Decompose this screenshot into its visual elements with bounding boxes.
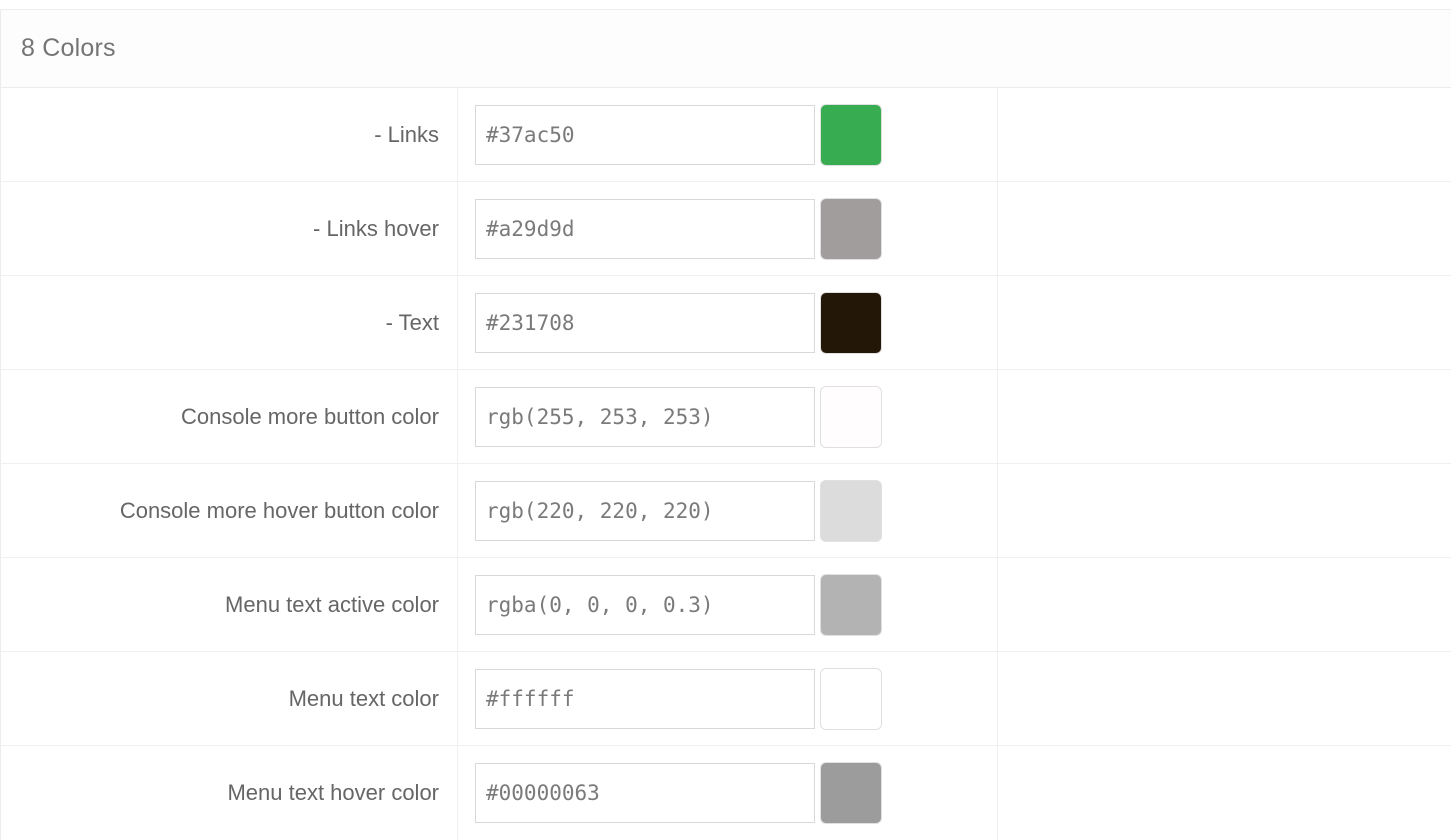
color-value-input[interactable] [475,763,815,823]
colors-panel: 8 Colors - Links - Links hover - Text [0,9,1451,840]
row-label: Console more button color [0,370,458,463]
empty-cell [998,746,1451,840]
color-swatch-button[interactable] [820,197,882,260]
color-swatch-button[interactable] [820,667,882,730]
color-row-console-more-button: Console more button color [0,370,1451,464]
color-row-links-hover: - Links hover [0,182,1451,276]
color-row-text: - Text [0,276,1451,370]
color-value-input[interactable] [475,198,815,259]
empty-cell [998,558,1451,651]
row-label: - Text [0,276,458,369]
color-value-input[interactable] [475,292,815,353]
color-row-menu-text-active: Menu text active color [0,558,1451,652]
color-row-console-more-hover-button: Console more hover button color [0,464,1451,558]
input-cell [458,652,998,745]
panel-title: 8 Colors [21,34,116,62]
color-value-input[interactable] [475,574,815,635]
color-row-menu-text-hover: Menu text hover color [0,746,1451,840]
color-settings-list: - Links - Links hover - Text Con [0,88,1451,840]
color-swatch-button[interactable] [820,103,882,166]
color-row-links: - Links [0,88,1451,182]
color-value-input[interactable] [475,386,815,447]
empty-cell [998,652,1451,745]
input-cell [458,88,998,181]
input-cell [458,464,998,557]
empty-cell [998,464,1451,557]
panel-header: 8 Colors [0,10,1451,88]
row-label: Menu text color [0,652,458,745]
color-value-input[interactable] [475,104,815,165]
color-row-menu-text: Menu text color [0,652,1451,746]
empty-cell [998,88,1451,181]
input-cell [458,182,998,275]
color-value-input[interactable] [475,668,815,729]
empty-cell [998,276,1451,369]
input-cell [458,370,998,463]
input-cell [458,558,998,651]
empty-cell [998,370,1451,463]
color-value-input[interactable] [475,480,815,541]
row-label: Menu text active color [0,558,458,651]
color-swatch-button[interactable] [820,385,882,448]
color-swatch-button[interactable] [820,479,882,542]
color-swatch-button[interactable] [820,291,882,354]
row-label: Console more hover button color [0,464,458,557]
input-cell [458,276,998,369]
color-swatch-button[interactable] [820,573,882,636]
row-label: - Links [0,88,458,181]
input-cell [458,746,998,840]
row-label: - Links hover [0,182,458,275]
color-swatch-button[interactable] [820,762,882,824]
row-label: Menu text hover color [0,746,458,840]
empty-cell [998,182,1451,275]
